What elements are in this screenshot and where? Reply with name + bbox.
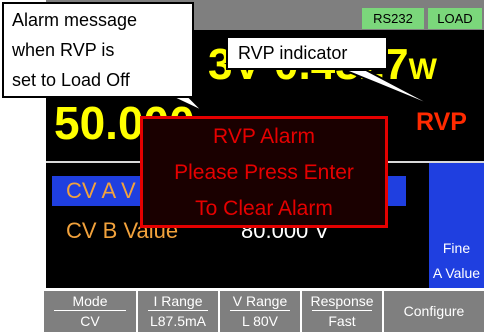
alarm-message-callout: Alarm message when RVP is set to Load Of… (2, 2, 194, 98)
fine-panel[interactable]: Fine A Value (429, 163, 484, 288)
softkey-mode-label: Mode (72, 293, 108, 309)
load-badge: LOAD (428, 8, 482, 29)
alarm-clear: To Clear Alarm (195, 197, 333, 220)
callout-line: when RVP is (12, 40, 115, 60)
softkey-configure-label: Configure (403, 303, 465, 319)
a-value-label: A Value (432, 265, 481, 281)
rs232-badge: RS232 (362, 8, 424, 29)
softkey-divider (312, 310, 372, 311)
softkey-response[interactable]: Response Fast (302, 291, 382, 332)
cv-a-label: CV A V (66, 178, 136, 203)
softkey-v-range-value: L 80V (241, 313, 279, 329)
rvp-indicator-callout: RVP indicator (226, 36, 388, 70)
rvp-alarm-dialog: RVP Alarm Please Press Enter To Clear Al… (140, 116, 388, 228)
softkey-mode[interactable]: Mode CV (44, 291, 136, 332)
softkey-mode-value: CV (80, 313, 100, 329)
alarm-instruction: Please Press Enter (174, 161, 354, 184)
softkey-divider (148, 310, 208, 311)
callout-line: set to Load Off (12, 70, 130, 90)
top-reading-unit: W (408, 53, 437, 86)
softkey-i-range-label: I Range (153, 293, 203, 309)
softkey-response-label: Response (310, 293, 374, 309)
fine-label: Fine (442, 240, 471, 256)
softkey-response-value: Fast (328, 313, 356, 329)
softkey-i-range-value: L87.5mA (149, 313, 207, 329)
callout-line: RVP indicator (238, 43, 348, 63)
softkey-divider (230, 310, 290, 311)
softkey-divider (54, 310, 126, 311)
softkey-v-range-label: V Range (232, 293, 288, 309)
softkey-v-range[interactable]: V Range L 80V (220, 291, 300, 332)
alarm-title: RVP Alarm (213, 125, 315, 148)
softkey-i-range[interactable]: I Range L87.5mA (138, 291, 218, 332)
rvp-indicator: RVP (416, 108, 467, 136)
callout-line: Alarm message (12, 10, 138, 30)
softkey-configure[interactable]: Configure (384, 291, 484, 332)
